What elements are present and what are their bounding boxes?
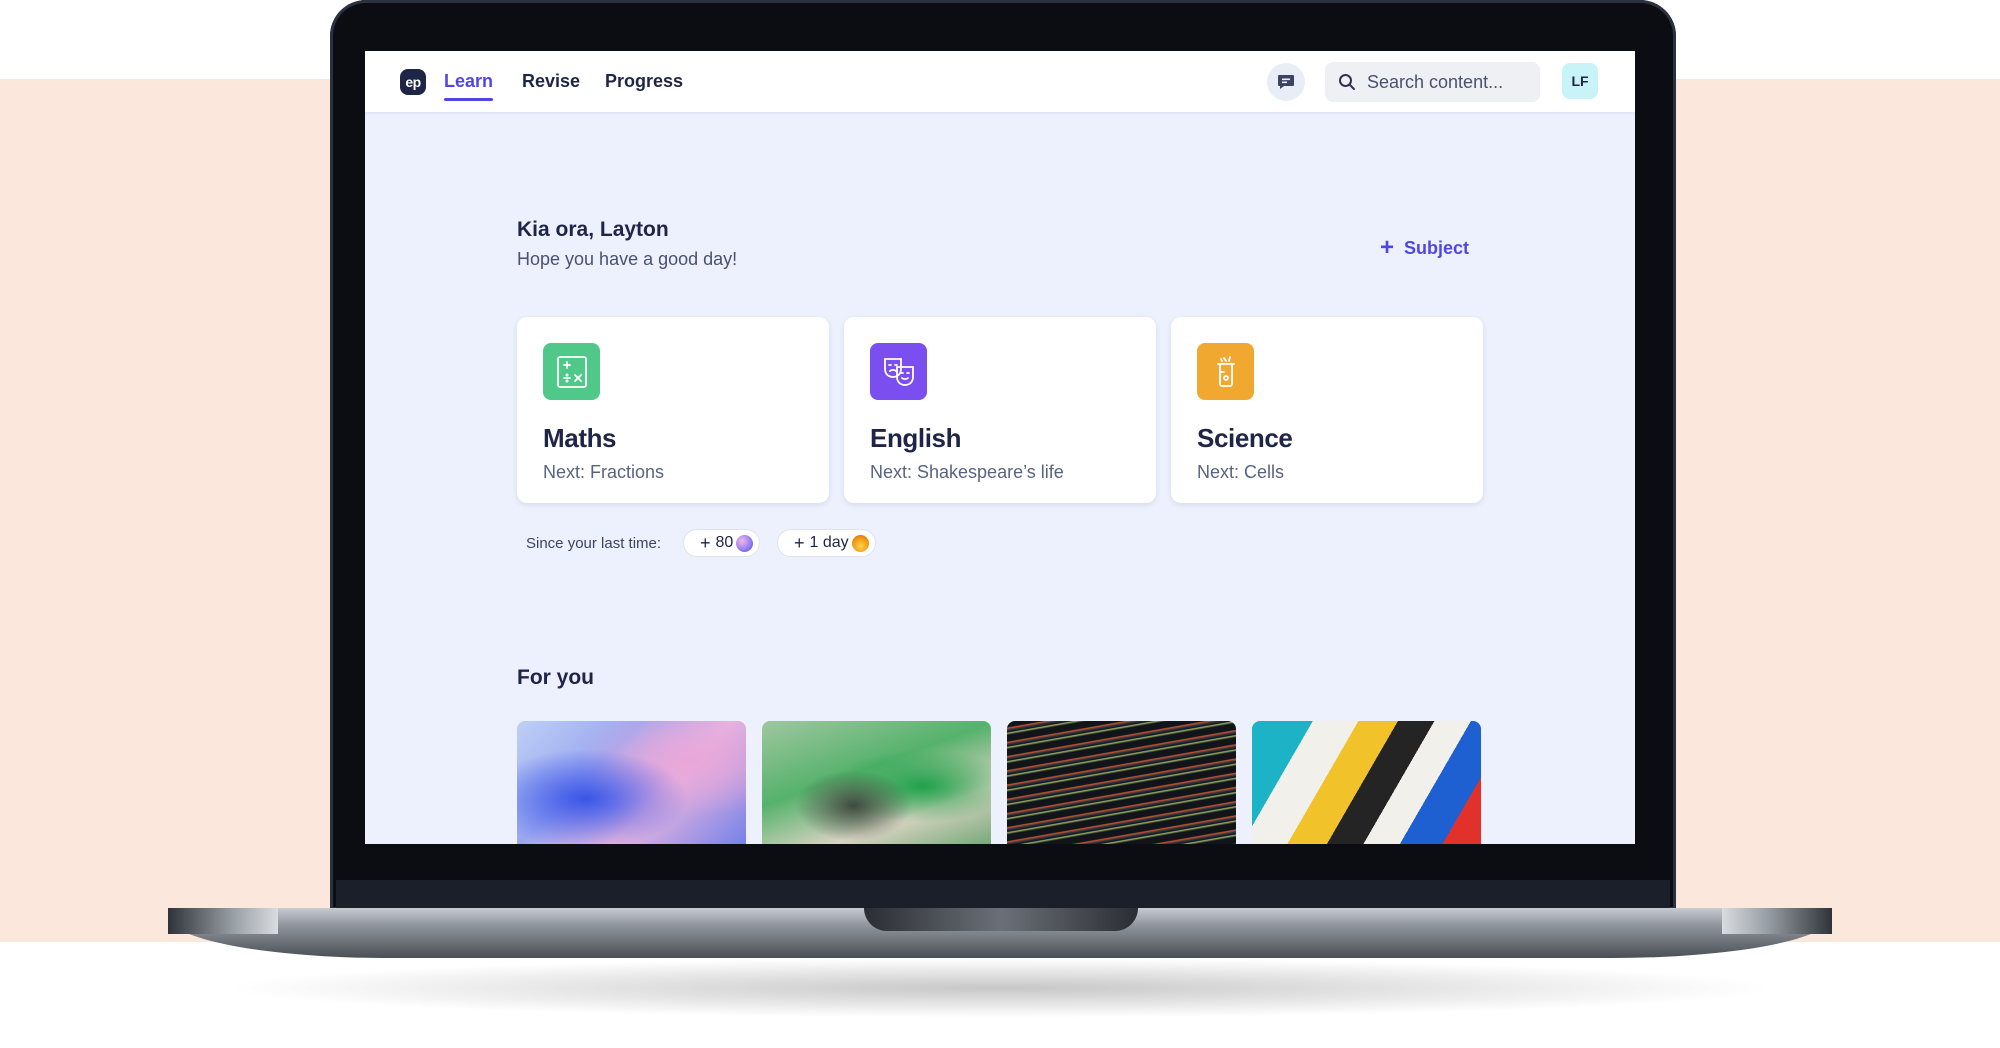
top-nav: ep Learn Revise Progress LF [365, 51, 1635, 112]
subject-next: Next: Cells [1197, 462, 1285, 482]
points-badge: + 80 [683, 529, 761, 557]
nav-learn[interactable]: Learn [444, 71, 494, 101]
avatar[interactable]: LF [1562, 63, 1598, 99]
subject-title: Maths [543, 423, 617, 453]
subject-next: Next: Fractions [543, 462, 665, 482]
calculator-icon [543, 343, 600, 400]
laptop-hinge [336, 880, 1670, 910]
subject-card-english[interactable]: English Next: Shakespeare’s life [844, 317, 1156, 503]
nav-revise[interactable]: Revise [522, 71, 580, 92]
subject-title: Science [1197, 423, 1293, 453]
since-label: Since your last time: [526, 535, 662, 552]
search-icon [1337, 72, 1357, 92]
logo[interactable]: ep [400, 69, 426, 95]
streak-value: 1 day [809, 534, 849, 551]
recommendation-card[interactable] [762, 721, 991, 844]
subject-title: English [870, 423, 962, 453]
add-subject-button[interactable]: + Subject [1380, 236, 1469, 260]
subject-card-science[interactable]: Science Next: Cells [1171, 317, 1483, 503]
plus-icon: + [700, 532, 711, 553]
flame-icon [851, 534, 869, 552]
subject-card-maths[interactable]: Maths Next: Fractions [517, 317, 829, 503]
greeting-subtitle: Hope you have a good day! [517, 249, 738, 269]
search-input[interactable] [1365, 70, 1539, 94]
gem-icon [736, 534, 754, 552]
theatre-masks-icon [870, 343, 927, 400]
streak-badge: + 1 day [777, 529, 876, 557]
chat-icon [1278, 75, 1294, 89]
add-subject-label: Subject [1404, 237, 1470, 258]
plus-icon: + [794, 532, 805, 553]
search-box[interactable] [1325, 62, 1540, 102]
points-value: 80 [715, 534, 734, 551]
chat-button[interactable] [1267, 63, 1305, 101]
laptop-shadow [220, 958, 1780, 1018]
beaker-icon [1197, 343, 1254, 400]
recommendation-card[interactable] [1252, 721, 1481, 844]
recommendation-card[interactable] [1007, 721, 1236, 844]
for-you-heading: For you [517, 666, 594, 689]
laptop-notch [864, 908, 1138, 931]
subject-next: Next: Shakespeare’s life [870, 462, 1064, 482]
greeting-title: Kia ora, Layton [517, 218, 669, 241]
app-screen: ep Learn Revise Progress LF Kia ora, Lay… [365, 51, 1635, 844]
plus-icon: + [1380, 234, 1395, 261]
recommendation-card[interactable] [517, 721, 746, 844]
nav-progress[interactable]: Progress [605, 71, 683, 92]
